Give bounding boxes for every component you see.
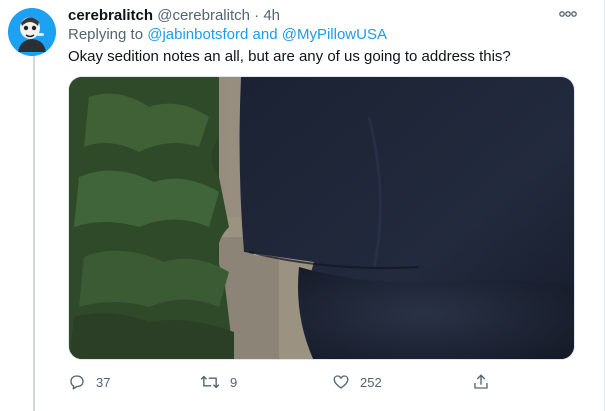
photo-image [69,77,574,359]
avatar[interactable] [8,8,56,56]
tweet-header: cerebralitch @cerebralitch · 4h [68,6,280,26]
mention-joiner: and [252,26,278,43]
reply-button[interactable]: 37 [68,372,110,392]
share-button[interactable] [472,372,490,392]
heart-icon [333,375,349,389]
separator: · [254,7,260,24]
timestamp[interactable]: 4h [263,7,280,24]
replying-prefix: Replying to [68,26,144,43]
reply-icon [70,375,84,390]
more-dots-icon [559,11,577,17]
handle[interactable]: @cerebralitch [157,7,250,24]
avatar-illustration [8,8,56,56]
retweet-count: 9 [230,374,238,390]
like-count: 252 [360,374,382,390]
retweet-icon [200,375,220,389]
tweet-actions: 37 9 252 [68,372,588,392]
more-options-button[interactable] [556,6,580,22]
mention-link[interactable]: @MyPillowUSA [282,26,387,43]
retweet-button[interactable]: 9 [200,372,237,392]
thread-line [33,52,35,411]
share-icon [474,374,488,389]
tweet-media-photo[interactable] [68,76,575,360]
replying-to: Replying to @jabinbotsford and @MyPillow… [68,25,387,45]
tweet-text: Okay sedition notes an all, but are any … [68,48,511,65]
display-name[interactable]: cerebralitch [68,7,153,24]
mention-link[interactable]: @jabinbotsford [147,26,248,43]
reply-count: 37 [96,374,111,390]
like-button[interactable]: 252 [332,372,382,392]
